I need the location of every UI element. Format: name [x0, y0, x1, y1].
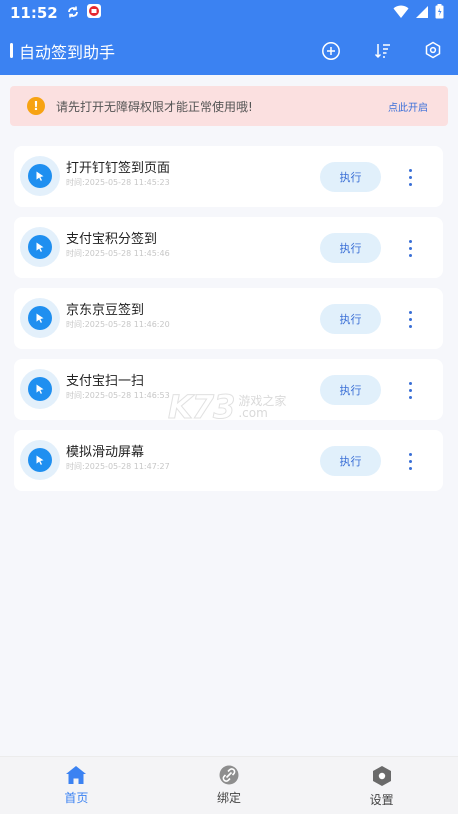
nav-label-home: 首页 — [64, 791, 89, 805]
page-title: 自动签到助手 — [19, 43, 116, 62]
title-accent-bar — [10, 43, 13, 58]
sort-button[interactable] — [358, 26, 408, 75]
cursor-icon — [36, 384, 44, 394]
execute-button[interactable]: 执行 — [320, 304, 381, 334]
task-card[interactable]: 支付宝积分签到 时间:2025-05-28 11:45:46 执行 — [14, 217, 443, 278]
gear-icon — [425, 41, 441, 59]
task-time: 时间:2025-05-28 11:47:27 — [66, 462, 170, 471]
task-list: 打开钉钉签到页面 时间:2025-05-28 11:45:23 执行 支付宝积分… — [14, 146, 443, 501]
task-name: 京东京豆签到 — [66, 303, 145, 318]
task-time: 时间:2025-05-28 11:46:20 — [66, 320, 170, 329]
watermark-domain: .com — [238, 406, 268, 420]
task-name: 支付宝积分签到 — [66, 232, 158, 247]
task-card[interactable]: 京东京豆签到 时间:2025-05-28 11:46:20 执行 — [14, 288, 443, 349]
cursor-icon — [36, 455, 44, 465]
bottom-navigation: 首页 绑定 设置 — [0, 756, 458, 814]
task-time: 时间:2025-05-28 11:46:53 — [66, 391, 170, 400]
task-icon — [20, 156, 60, 196]
task-icon — [20, 227, 60, 267]
more-options-icon[interactable] — [400, 235, 420, 261]
app-notification-icon — [86, 3, 102, 23]
warning-icon: ! — [27, 97, 45, 115]
cursor-icon — [36, 171, 44, 181]
cursor-icon — [36, 313, 44, 323]
warning-message: 请先打开无障碍权限才能正常使用哦! — [56, 100, 253, 114]
task-card[interactable]: 打开钉钉签到页面 时间:2025-05-28 11:45:23 执行 — [14, 146, 443, 207]
task-time: 时间:2025-05-28 11:45:23 — [66, 178, 170, 187]
status-time: 11:52 — [10, 4, 58, 22]
watermark-logo: K73 — [167, 388, 235, 427]
task-icon — [20, 298, 60, 338]
task-card[interactable]: 模拟滑动屏幕 时间:2025-05-28 11:47:27 执行 — [14, 430, 443, 491]
more-options-icon[interactable] — [400, 448, 420, 474]
task-icon — [20, 440, 60, 480]
task-name: 打开钉钉签到页面 — [66, 161, 171, 176]
task-icon — [20, 369, 60, 409]
settings-button[interactable] — [408, 26, 458, 75]
enable-accessibility-link[interactable]: 点此开启 — [388, 99, 428, 114]
app-header: 11:52 自动签到助手 — [0, 0, 458, 75]
execute-button[interactable]: 执行 — [320, 446, 381, 476]
home-icon — [66, 766, 87, 784]
nav-label-settings: 设置 — [369, 793, 394, 807]
watermark: K73 游戏之家 .com — [167, 388, 286, 427]
accessibility-warning-banner: ! 请先打开无障碍权限才能正常使用哦! 点此开启 — [10, 86, 448, 126]
plus-circle-icon — [322, 41, 340, 60]
settings-icon — [372, 766, 391, 786]
title-bar: 自动签到助手 — [0, 26, 458, 75]
nav-item-settings[interactable]: 设置 — [305, 757, 458, 814]
more-options-icon[interactable] — [400, 164, 420, 190]
wifi-icon — [393, 4, 409, 23]
more-options-icon[interactable] — [400, 306, 420, 332]
cursor-icon — [36, 242, 44, 252]
execute-button[interactable]: 执行 — [320, 233, 381, 263]
nav-label-bind: 绑定 — [217, 791, 242, 805]
status-bar: 11:52 — [0, 0, 458, 26]
battery-icon — [435, 4, 444, 23]
task-name: 支付宝扫一扫 — [66, 374, 145, 389]
link-icon — [219, 765, 239, 785]
more-options-icon[interactable] — [400, 377, 420, 403]
execute-button[interactable]: 执行 — [320, 162, 381, 192]
sync-icon — [66, 4, 80, 23]
nav-item-bind[interactable]: 绑定 — [153, 757, 306, 814]
add-task-button[interactable] — [306, 26, 356, 75]
nav-item-home[interactable]: 首页 — [0, 757, 153, 814]
task-time: 时间:2025-05-28 11:45:46 — [66, 249, 170, 258]
signal-icon — [415, 4, 429, 23]
sort-icon — [374, 43, 390, 58]
execute-button[interactable]: 执行 — [320, 375, 381, 405]
task-name: 模拟滑动屏幕 — [66, 445, 145, 460]
